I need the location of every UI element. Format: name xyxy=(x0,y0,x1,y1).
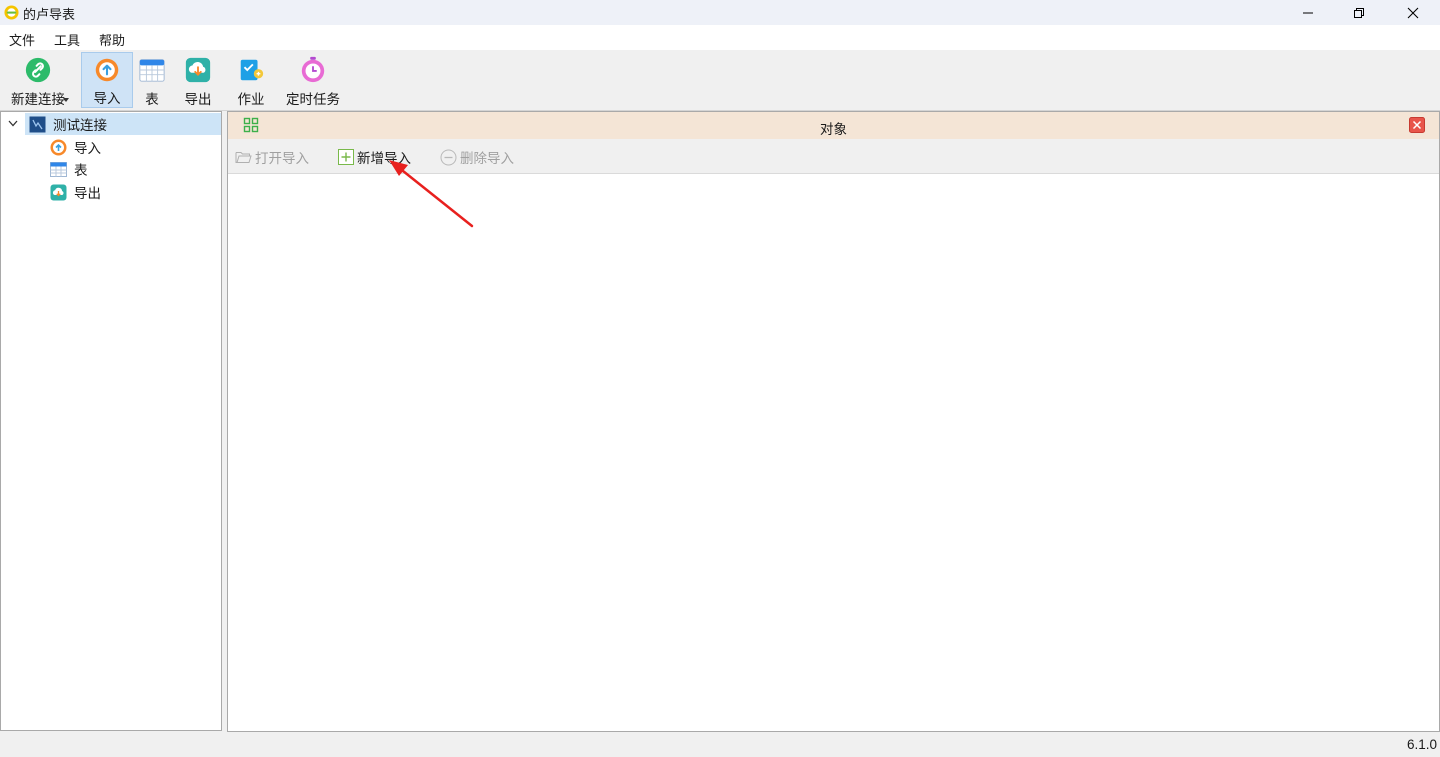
upload-cloud-icon xyxy=(50,139,67,155)
menu-help[interactable]: 帮助 xyxy=(99,30,125,49)
tree-item-import[interactable]: 导入 xyxy=(50,136,101,158)
export-button[interactable]: 导出 xyxy=(178,52,218,108)
plus-icon xyxy=(338,149,354,165)
job-button[interactable]: 作业 xyxy=(233,52,269,108)
link-icon xyxy=(25,57,51,83)
tree-item-connection[interactable]: 测试连接 xyxy=(25,113,221,135)
table-icon xyxy=(50,161,67,177)
object-panel: 对象 打开导入 新增导入 删除导入 xyxy=(227,111,1440,732)
job-icon xyxy=(240,59,264,81)
table-button[interactable]: 表 xyxy=(136,52,168,108)
scheduled-task-label: 定时任务 xyxy=(286,92,340,107)
download-cloud-icon xyxy=(50,184,67,200)
database-connection-icon xyxy=(29,116,46,132)
menu-tools[interactable]: 工具 xyxy=(54,30,80,49)
import-button[interactable]: 导入 xyxy=(81,52,133,108)
restore-button[interactable] xyxy=(1332,0,1386,25)
connection-tree: 测试连接 导入 表 导出 xyxy=(0,111,222,731)
menu-bar: 文件 工具 帮助 xyxy=(0,25,1440,50)
chevron-down-icon[interactable] xyxy=(8,120,18,127)
new-connection-button[interactable]: 新建连接 xyxy=(6,52,70,108)
minimize-icon xyxy=(1303,12,1313,13)
title-bar: 的卢导表 xyxy=(0,0,1440,25)
close-icon xyxy=(1407,7,1419,18)
minimize-button[interactable] xyxy=(1281,0,1335,25)
close-window-button[interactable] xyxy=(1386,0,1440,25)
restore-icon xyxy=(1354,7,1364,18)
tree-item-connection-label: 测试连接 xyxy=(53,118,107,133)
timer-icon xyxy=(301,56,325,83)
window-title: 的卢导表 xyxy=(23,7,76,22)
dropdown-arrow-icon xyxy=(63,98,69,102)
delete-import-button[interactable]: 删除导入 xyxy=(440,147,514,167)
export-label: 导出 xyxy=(184,92,212,107)
import-label: 导入 xyxy=(93,91,121,106)
new-connection-label: 新建连接 xyxy=(11,92,65,107)
minus-circle-icon xyxy=(440,149,457,165)
status-bar: 6.1.0 xyxy=(0,733,1440,757)
object-toolbar: 打开导入 新增导入 删除导入 xyxy=(228,139,1439,174)
job-label: 作业 xyxy=(237,92,265,107)
delete-import-label: 删除导入 xyxy=(460,151,514,166)
menu-file[interactable]: 文件 xyxy=(9,30,35,49)
open-import-label: 打开导入 xyxy=(255,151,309,166)
main-toolbar: 新建连接 导入 表 导出 作业 定时任务 xyxy=(0,50,1440,111)
tree-item-export-label: 导出 xyxy=(74,186,101,201)
scheduled-task-button[interactable]: 定时任务 xyxy=(284,52,342,108)
app-logo-icon xyxy=(4,5,19,20)
close-panel-button[interactable] xyxy=(1409,117,1425,133)
panel-title: 对象 xyxy=(820,122,847,137)
new-import-button[interactable]: 新增导入 xyxy=(338,147,411,167)
version-label: 6.1.0 xyxy=(1406,737,1437,752)
table-label: 表 xyxy=(145,92,159,107)
tree-item-table[interactable]: 表 xyxy=(50,158,88,180)
new-import-label: 新增导入 xyxy=(357,151,411,166)
open-import-button[interactable]: 打开导入 xyxy=(235,147,309,167)
folder-open-icon xyxy=(235,151,252,163)
upload-cloud-icon xyxy=(95,58,119,82)
tree-item-import-label: 导入 xyxy=(74,141,101,156)
table-icon xyxy=(139,59,165,82)
panel-header: 对象 xyxy=(228,112,1439,139)
tree-item-table-label: 表 xyxy=(74,163,88,178)
tree-item-export[interactable]: 导出 xyxy=(50,181,101,203)
download-cloud-icon xyxy=(185,57,211,83)
